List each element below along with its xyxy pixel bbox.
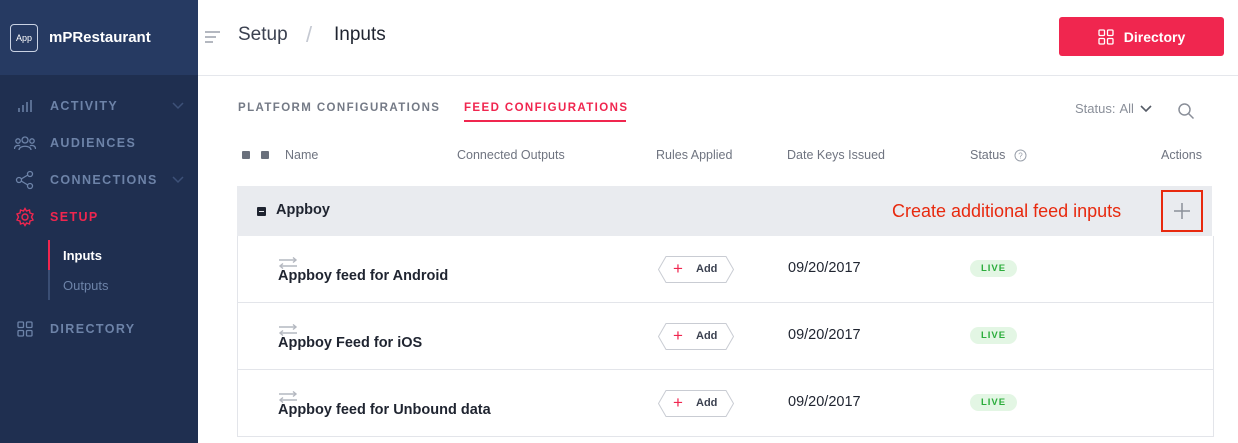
add-rule-button[interactable]: + Add — [658, 256, 734, 283]
table-row[interactable]: Appboy feed for Android + Add 09/20/2017… — [237, 236, 1214, 303]
sidebar-subitem-outputs[interactable]: Outputs — [63, 278, 109, 293]
table-row[interactable]: Appboy feed for Unbound data + Add 09/20… — [237, 370, 1214, 437]
column-header-actions: Actions — [1161, 148, 1202, 162]
status-badge: LIVE — [970, 327, 1017, 344]
column-header-date-keys-issued: Date Keys Issued — [787, 148, 885, 162]
column-header-rules-applied: Rules Applied — [656, 148, 733, 162]
plus-icon: + — [673, 326, 683, 345]
status-filter-label: Status: — [1075, 101, 1116, 116]
info-icon[interactable]: ? — [1014, 149, 1027, 167]
sidebar-item-label: CONNECTIONS — [50, 173, 158, 187]
feed-name[interactable]: Appboy feed for Android — [278, 268, 448, 284]
grid-icon — [14, 318, 36, 340]
plus-icon: + — [673, 393, 683, 412]
table-row[interactable]: Appboy Feed for iOS + Add 09/20/2017 LIV… — [237, 303, 1214, 370]
expand-all-icon[interactable] — [261, 151, 269, 159]
plus-icon — [1174, 203, 1190, 219]
add-rule-label: Add — [696, 263, 718, 275]
add-feed-input-button[interactable] — [1161, 190, 1203, 232]
app-badge: App — [10, 23, 38, 52]
add-rule-label: Add — [696, 330, 718, 342]
bar-chart-icon — [14, 95, 36, 117]
chevron-down-icon — [1140, 104, 1152, 112]
sidebar-item-audiences[interactable]: AUDIENCES — [0, 128, 198, 158]
date-keys-issued: 09/20/2017 — [788, 394, 861, 410]
column-header-name: Name — [285, 148, 319, 162]
sidebar: App mPRestaurant ACTIVITY AUDIENCES CONN… — [0, 0, 198, 443]
sidebar-item-activity[interactable]: ACTIVITY — [0, 91, 198, 121]
submenu-active-indicator — [48, 240, 50, 270]
status-filter-value: All — [1119, 101, 1134, 116]
sidebar-item-label: SETUP — [50, 210, 99, 224]
active-tab-indicator — [464, 120, 626, 122]
sidebar-item-connections[interactable]: CONNECTIONS — [0, 165, 198, 195]
plus-icon: + — [673, 259, 683, 278]
app-name: mPRestaurant — [49, 29, 151, 46]
sidebar-subitem-inputs[interactable]: Inputs — [63, 248, 102, 263]
gear-icon — [14, 206, 36, 228]
collapse-menu-icon[interactable] — [205, 30, 221, 48]
page-title: Inputs — [334, 24, 386, 45]
connections-icon — [14, 169, 36, 191]
breadcrumb-separator: / — [306, 22, 313, 47]
sidebar-item-label: DIRECTORY — [50, 322, 136, 336]
annotation-callout: Create additional feed inputs — [892, 201, 1122, 221]
tab-feed-configurations[interactable]: FEED CONFIGURATIONS — [464, 102, 628, 114]
people-icon — [14, 132, 36, 154]
feed-name[interactable]: Appboy Feed for iOS — [278, 335, 422, 351]
status-badge: LIVE — [970, 260, 1017, 277]
search-icon[interactable] — [1177, 102, 1195, 125]
sidebar-item-setup[interactable]: SETUP — [0, 202, 198, 232]
app-switcher[interactable]: App mPRestaurant — [0, 0, 198, 75]
column-header-status: Status — [970, 148, 1006, 162]
group-row-appboy[interactable]: Appboy Create additional feed inputs — [237, 186, 1212, 236]
grid-icon — [1098, 28, 1114, 45]
collapse-all-icon[interactable] — [242, 151, 250, 159]
status-badge: LIVE — [970, 394, 1017, 411]
column-header-connected-outputs: Connected Outputs — [457, 148, 565, 162]
status-filter-dropdown[interactable]: Status: All — [1075, 101, 1152, 116]
tab-platform-configurations[interactable]: PLATFORM CONFIGURATIONS — [238, 102, 440, 114]
chevron-down-icon — [172, 97, 184, 115]
group-name: Appboy — [276, 202, 330, 218]
add-rule-button[interactable]: + Add — [658, 390, 734, 417]
directory-button[interactable]: Directory — [1059, 17, 1224, 56]
sidebar-item-label: ACTIVITY — [50, 99, 119, 113]
sidebar-item-directory[interactable]: DIRECTORY — [0, 314, 198, 344]
collapse-group-icon[interactable] — [257, 207, 266, 216]
add-rule-label: Add — [696, 397, 718, 409]
breadcrumb-setup[interactable]: Setup — [238, 24, 288, 46]
date-keys-issued: 09/20/2017 — [788, 327, 861, 343]
sidebar-item-label: AUDIENCES — [50, 136, 137, 150]
top-header: Setup / Inputs Directory — [198, 0, 1238, 76]
date-keys-issued: 09/20/2017 — [788, 260, 861, 276]
add-rule-button[interactable]: + Add — [658, 323, 734, 350]
directory-button-label: Directory — [1123, 28, 1186, 45]
chevron-down-icon — [172, 171, 184, 189]
feed-name[interactable]: Appboy feed for Unbound data — [278, 402, 491, 418]
svg-text:?: ? — [1018, 152, 1023, 161]
